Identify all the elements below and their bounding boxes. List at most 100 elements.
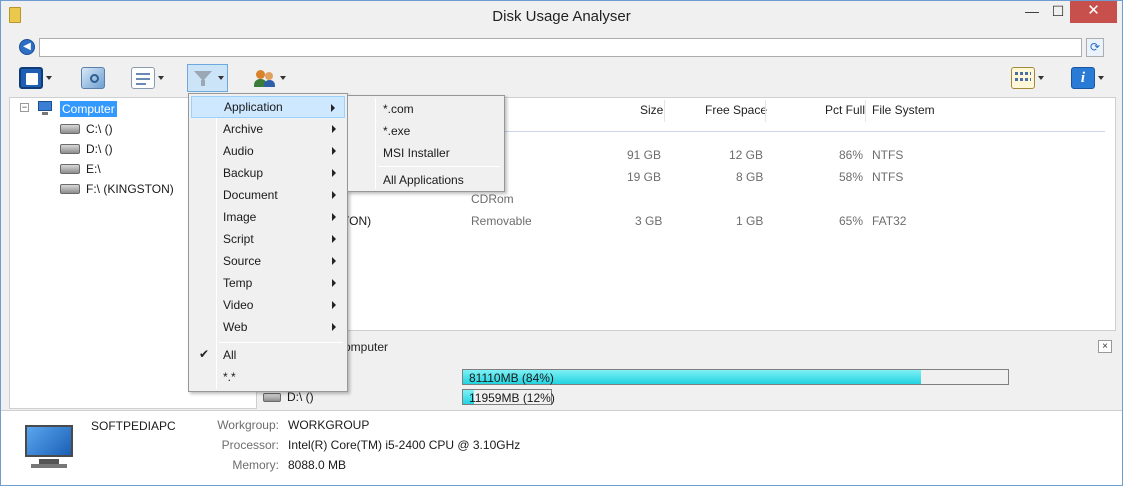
drive-browse-button[interactable] — [19, 64, 52, 92]
tree-item-drive[interactable]: D:\ () — [60, 140, 113, 158]
info-icon: i — [1071, 67, 1095, 89]
cell-size: 19 GB — [627, 170, 662, 184]
tree-item-computer[interactable]: Computer — [36, 100, 117, 118]
submenu-arrow-icon — [332, 279, 336, 287]
menu-item-image[interactable]: Image — [191, 206, 345, 228]
scan-icon — [81, 67, 105, 89]
menu-item-temp[interactable]: Temp — [191, 272, 345, 294]
drive-icon — [60, 184, 80, 194]
cell-pct: 58% — [839, 170, 864, 184]
usage-drive-row: D:\ () — [263, 390, 314, 404]
processor-label: Processor: — [221, 438, 279, 452]
menu-item-label: *.com — [383, 102, 414, 116]
column-header-size[interactable]: Size — [640, 103, 663, 117]
processor-value: Intel(R) Core(TM) i5-2400 CPU @ 3.10GHz — [288, 438, 521, 452]
menu-item-all[interactable]: ✔ All — [191, 344, 345, 366]
drive-icon — [263, 392, 281, 402]
close-button[interactable]: ✕ — [1070, 1, 1117, 23]
tree-label-drive: C:\ () — [86, 122, 113, 136]
chevron-down-icon — [1038, 76, 1044, 80]
tree-label-drive: D:\ () — [86, 142, 113, 156]
chevron-down-icon — [218, 76, 224, 80]
workgroup-label: Workgroup: — [217, 418, 279, 432]
memory-label: Memory: — [232, 458, 279, 472]
submenu-arrow-icon — [332, 323, 336, 331]
menu-item-web[interactable]: Web — [191, 316, 345, 338]
cell-size: 91 GB — [627, 148, 662, 162]
submenu-arrow-icon — [332, 235, 336, 243]
submenu-item-all-applications[interactable]: All Applications — [350, 169, 502, 191]
checkmark-icon: ✔ — [199, 347, 210, 361]
usage-bar-label: 11959MB (12%) — [469, 391, 555, 405]
usage-panel-title: omputer — [344, 340, 389, 354]
menu-item-script[interactable]: Script — [191, 228, 345, 250]
cell-fs: NTFS — [872, 148, 904, 162]
cell-fs: NTFS — [872, 170, 904, 184]
panel-close-icon[interactable]: × — [1098, 340, 1112, 353]
column-separator — [765, 100, 766, 122]
menu-separator — [378, 166, 500, 167]
cell-type: CDRom — [471, 192, 514, 206]
cell-free: 8 GB — [736, 170, 764, 184]
back-icon[interactable]: ◀ — [19, 39, 35, 55]
refresh-icon[interactable]: ⟳ — [1086, 38, 1104, 57]
submenu-item-msi[interactable]: MSI Installer — [350, 142, 502, 164]
cell-pct: 65% — [839, 214, 864, 228]
cell-size: 3 GB — [635, 214, 663, 228]
chevron-down-icon — [46, 76, 52, 80]
submenu-item-com[interactable]: *.com — [350, 98, 502, 120]
tree-item-drive[interactable]: F:\ (KINGSTON) — [60, 180, 174, 198]
collapse-icon[interactable]: − — [20, 103, 29, 112]
menu-item-label: Audio — [223, 144, 254, 158]
menu-item-label: Application — [224, 100, 283, 114]
tree-label-drive: F:\ (KINGSTON) — [86, 182, 174, 196]
menu-item-backup[interactable]: Backup — [191, 162, 345, 184]
menu-item-label: *.* — [223, 370, 236, 384]
submenu-arrow-icon — [332, 257, 336, 265]
menu-item-application[interactable]: Application — [191, 96, 345, 118]
column-header-free-space[interactable]: Free Space — [705, 103, 767, 117]
window-title: Disk Usage Analyser — [492, 8, 631, 25]
submenu-arrow-icon — [332, 213, 336, 221]
minimize-button[interactable]: — — [1019, 1, 1045, 23]
column-header-pct-full[interactable]: Pct Full — [825, 103, 865, 117]
drive-icon — [60, 164, 80, 174]
title-bar: Disk Usage Analyser — ☐ ✕ — [1, 1, 1122, 31]
menu-item-audio[interactable]: Audio — [191, 140, 345, 162]
address-input[interactable] — [39, 38, 1082, 57]
filter-icon — [191, 67, 215, 89]
chevron-down-icon — [1098, 76, 1104, 80]
tree-item-drive[interactable]: C:\ () — [60, 120, 113, 138]
filter-menu: Application Archive Audio Backup Documen… — [188, 93, 348, 392]
menu-item-wildcard[interactable]: *.* — [191, 366, 345, 388]
cell-type: Removable — [471, 214, 532, 228]
maximize-button[interactable]: ☐ — [1045, 1, 1071, 23]
computer-name: SOFTPEDIAPC — [91, 419, 176, 433]
column-header-file-system[interactable]: File System — [872, 103, 935, 117]
submenu-item-exe[interactable]: *.exe — [350, 120, 502, 142]
memory-value: 8088.0 MB — [288, 458, 347, 472]
users-icon — [253, 67, 277, 89]
filter-button[interactable] — [187, 64, 228, 92]
cell-fs: FAT32 — [872, 214, 907, 228]
view-button[interactable] — [1011, 64, 1044, 92]
menu-item-video[interactable]: Video — [191, 294, 345, 316]
info-button[interactable]: i — [1071, 64, 1104, 92]
menu-item-archive[interactable]: Archive — [191, 118, 345, 140]
menu-item-label: Temp — [223, 276, 253, 290]
menu-item-document[interactable]: Document — [191, 184, 345, 206]
computer-icon — [36, 101, 56, 117]
drive-icon — [60, 124, 80, 134]
chevron-down-icon — [158, 76, 164, 80]
menu-item-source[interactable]: Source — [191, 250, 345, 272]
drive-browse-icon — [19, 67, 43, 89]
report-button[interactable] — [131, 64, 164, 92]
view-icon — [1011, 67, 1035, 89]
submenu-arrow-icon — [332, 169, 336, 177]
tree-item-drive[interactable]: E:\ — [60, 160, 101, 178]
menu-item-label: All — [223, 348, 237, 362]
menu-item-label: Script — [223, 232, 254, 246]
menu-separator — [219, 342, 343, 343]
users-button[interactable] — [253, 64, 286, 92]
scan-button[interactable] — [81, 64, 105, 92]
